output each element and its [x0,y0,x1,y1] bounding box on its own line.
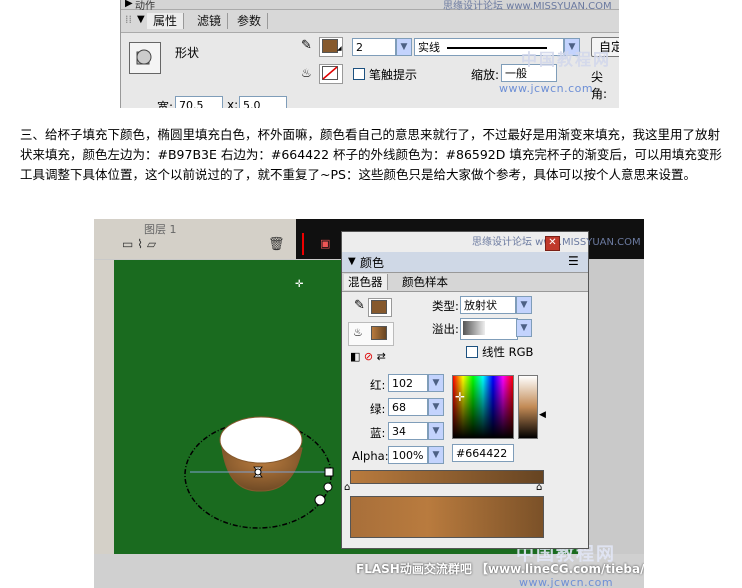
shape-label: 形状 [175,46,200,60]
shape-thumbnail [129,42,161,74]
bottom-url-watermark: www.jcwcn.com [519,576,614,588]
linear-rgb-label: 线性 RGB [482,345,534,359]
x-input[interactable]: 5.0 [239,96,287,108]
stroke-hint-checkbox[interactable] [353,68,365,80]
flash-editor-screenshot: 图层 1 ▭ ⌇ ▱ 🗑 ▣ ✛ 中国教程网 FLASH动画交流群吧 【www.… [94,219,644,588]
gradient-pointer-right[interactable]: ⌂ [536,482,542,493]
bottom-caption: FLASH动画交流群吧 【www.lineCG.com/tieba/1856】 [356,562,644,576]
stroke-hint-label: 笔触提示 [369,68,418,82]
stage-left-margin [94,260,114,554]
color-panel-titlebar[interactable]: ▼ 颜色 ☰ [342,252,588,273]
bottom-strip: 中国教程网 FLASH动画交流群吧 【www.lineCG.com/tieba/… [94,544,644,588]
paint-bucket-icon: ♨ [301,66,312,80]
stroke-color-button[interactable] [368,298,392,317]
fill-type-dropdown-arrow[interactable]: ▼ [516,296,532,314]
insert-folder-icon[interactable]: ▱ [147,237,156,251]
color-panel-title: 颜色 [360,256,385,270]
swap-colors-icon[interactable]: ⇄ [377,350,386,363]
motion-guide-icon[interactable]: ⌇ [137,237,143,251]
linear-rgb-checkbox[interactable] [466,346,478,358]
width-input[interactable]: 70.5 [175,96,223,108]
no-color-icon[interactable]: ⊘ [364,350,373,363]
width-label: 宽: [157,100,174,108]
color-preview-box [350,496,544,538]
tab-parameters[interactable]: 参数 [231,13,269,29]
overflow-select[interactable] [460,318,518,340]
pencil-icon: ✎ [354,298,365,313]
overflow-label: 溢出: [432,322,459,336]
type-label: 类型: [432,299,459,313]
gripper-icon: ⁞⁞ [125,13,132,26]
brightness-pointer-icon[interactable]: ◀ [539,410,546,420]
crosshair-icon: ✛ [455,390,466,404]
color-spectrum-picker[interactable]: ✛ [452,375,514,439]
alpha-slider-arrow[interactable]: ▼ [428,446,444,464]
timeline-toolbar: ▭ ⌇ ▱ [122,237,156,251]
site-logo-watermark: 中国教程网 [521,50,612,69]
x-label: x: [227,98,239,108]
overflow-preview [463,321,485,335]
stroke-color-button[interactable]: ◢ [319,37,343,57]
close-icon[interactable]: ✕ [545,236,560,251]
green-label: 绿: [370,402,386,416]
fill-color-swatch[interactable] [371,326,387,340]
no-fill-icon [322,66,338,80]
swatch-tools: ◧ ⊘ ⇄ [350,350,386,363]
tab-properties[interactable]: 属性 [147,13,185,29]
collapse-triangle-icon[interactable]: ▼ [348,256,356,267]
fill-color-area: ♨ [348,322,394,346]
tab-filters[interactable]: 滤镜 [191,13,229,29]
stroke-height-input[interactable]: 2 [352,38,396,56]
overflow-dropdown-arrow[interactable]: ▼ [516,319,532,337]
red-slider-arrow[interactable]: ▼ [428,374,444,392]
tab-color-swatches[interactable]: 颜色样本 [398,274,452,290]
playhead[interactable] [302,233,304,255]
panel-menu-icon[interactable]: ☰ [568,254,579,268]
collapse-triangle-icon[interactable]: ▶ [125,0,133,9]
insert-layer-icon[interactable]: ▭ [122,237,133,251]
color-panel-tabs: 混色器 颜色样本 [342,273,588,292]
stroke-color-swatch [322,39,338,53]
black-white-icon[interactable]: ◧ [350,350,360,363]
green-slider-arrow[interactable]: ▼ [428,398,444,416]
scale-label: 缩放: [471,68,500,82]
alpha-label: Alpha: [352,449,389,463]
site-url-watermark: www.jcwcn.com [499,82,594,95]
blue-slider-arrow[interactable]: ▼ [428,422,444,440]
shape-icon [136,49,152,65]
pencil-icon: ✎ [301,38,312,53]
properties-tab-bar: ⁞⁞ ▼ 属性 滤镜 参数 [121,10,619,33]
hex-input[interactable]: #664422 [452,444,514,462]
paint-bucket-icon: ♨ [353,326,363,339]
color-mixer-panel: 思缘设计论坛 www.MISSYUAN.COM ✕ ▼ 颜色 ☰ 混色器 颜色样… [341,231,641,549]
stroke-style-label: 实线 [418,41,440,54]
blue-label: 蓝: [370,426,386,440]
red-label: 红: [370,378,386,392]
layer-name: 图层 1 [144,223,177,236]
svg-text:✛: ✛ [295,279,304,290]
red-input[interactable]: 102 [388,374,428,392]
actions-panel-strip[interactable]: ▶ 动作 思缘设计论坛 www.MISSYUAN.COM [121,0,619,12]
alpha-input[interactable]: 100% [388,446,428,464]
stroke-color-swatch [371,300,387,314]
dropdown-triangle-icon: ◢ [337,45,342,52]
fill-type-select[interactable]: 放射状 [460,296,516,314]
stroke-height-dropdown-arrow[interactable]: ▼ [396,38,412,56]
trash-icon[interactable]: 🗑 [268,237,285,252]
fill-color-button[interactable] [319,64,343,84]
panel-collapse-icon[interactable]: ▼ [137,14,145,25]
corner-label: 尖角: [591,70,608,101]
brightness-slider[interactable] [518,375,538,439]
center-frame-icon[interactable]: ▣ [320,237,330,250]
blue-input[interactable]: 34 [388,422,428,440]
gradient-pointer-left[interactable]: ⌂ [344,482,350,493]
tutorial-paragraph: 三、给杯子填充下颜色，椭圆里填充白色，杯外面嘛，颜色看自己的意思来就行了，不过最… [20,127,722,182]
tab-color-mixer[interactable]: 混色器 [344,274,388,290]
gradient-definition-bar[interactable] [350,470,544,484]
properties-panel-screenshot: ▶ 动作 思缘设计论坛 www.MISSYUAN.COM ⁞⁞ ▼ 属性 滤镜 … [120,0,619,108]
green-input[interactable]: 68 [388,398,428,416]
